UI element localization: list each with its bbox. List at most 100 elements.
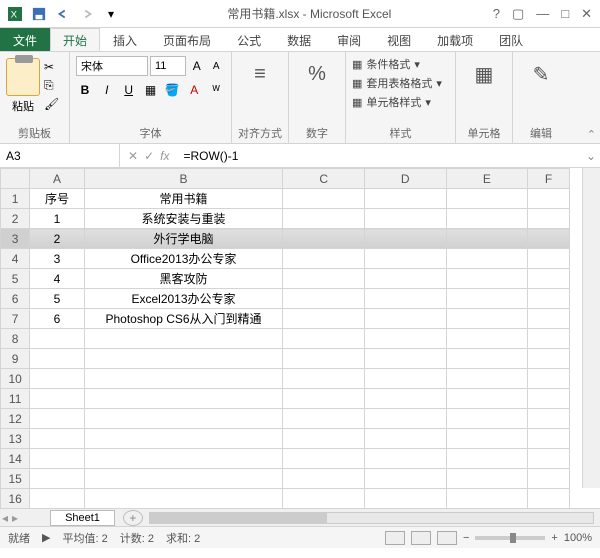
col-header-A[interactable]: A <box>30 169 84 189</box>
cell[interactable] <box>84 409 283 429</box>
cell[interactable] <box>528 349 570 369</box>
font-name-input[interactable] <box>76 56 148 76</box>
cell[interactable]: 外行学电脑 <box>84 229 283 249</box>
horizontal-scrollbar[interactable] <box>149 512 594 524</box>
bold-button[interactable]: B <box>76 80 94 100</box>
cell[interactable] <box>446 409 528 429</box>
cell[interactable] <box>528 209 570 229</box>
cell[interactable] <box>528 489 570 509</box>
tab-file[interactable]: 文件 <box>0 28 50 51</box>
cell[interactable] <box>283 289 365 309</box>
zoom-out-button[interactable]: − <box>463 532 469 544</box>
cell[interactable] <box>283 469 365 489</box>
row-header[interactable]: 16 <box>1 489 30 509</box>
cell[interactable] <box>364 309 446 329</box>
cell[interactable] <box>364 209 446 229</box>
zoom-in-button[interactable]: + <box>551 532 557 544</box>
cell[interactable] <box>283 389 365 409</box>
cell[interactable] <box>84 389 283 409</box>
tab-home[interactable]: 开始 <box>50 28 100 51</box>
cell[interactable]: Excel2013办公专家 <box>84 289 283 309</box>
enter-formula-icon[interactable]: ✓ <box>144 149 154 163</box>
row-header[interactable]: 10 <box>1 369 30 389</box>
cell[interactable] <box>446 349 528 369</box>
cell[interactable] <box>528 469 570 489</box>
cell[interactable] <box>364 389 446 409</box>
cell[interactable]: 黑客攻防 <box>84 269 283 289</box>
cell[interactable]: 6 <box>30 309 84 329</box>
cell[interactable] <box>283 429 365 449</box>
formula-bar[interactable]: =ROW()-1 <box>177 144 582 167</box>
cell[interactable] <box>364 329 446 349</box>
cell[interactable] <box>528 389 570 409</box>
cell[interactable] <box>84 469 283 489</box>
cell[interactable] <box>446 489 528 509</box>
cell[interactable] <box>84 329 283 349</box>
cancel-formula-icon[interactable]: ✕ <box>128 149 138 163</box>
add-sheet-button[interactable]: + <box>123 510 143 526</box>
selected-row[interactable]: 32外行学电脑 <box>1 229 570 249</box>
phonetic-button[interactable]: ᵂ <box>207 80 225 100</box>
cell[interactable] <box>446 309 528 329</box>
normal-view-button[interactable] <box>385 531 405 545</box>
cell[interactable] <box>283 369 365 389</box>
cell[interactable] <box>283 449 365 469</box>
cell[interactable]: 5 <box>30 289 84 309</box>
cell[interactable] <box>528 249 570 269</box>
cell[interactable] <box>446 209 528 229</box>
cell[interactable] <box>283 229 365 249</box>
row-header[interactable]: 2 <box>1 209 30 229</box>
cell[interactable] <box>446 329 528 349</box>
cell[interactable] <box>446 429 528 449</box>
zoom-slider[interactable] <box>475 536 545 540</box>
cell[interactable] <box>528 229 570 249</box>
row-header[interactable]: 3 <box>1 229 30 249</box>
cell[interactable] <box>84 489 283 509</box>
collapse-ribbon-icon[interactable]: ⌃ <box>587 128 596 141</box>
cell[interactable] <box>364 189 446 209</box>
cell[interactable] <box>30 369 84 389</box>
cell[interactable] <box>446 229 528 249</box>
cell[interactable] <box>30 329 84 349</box>
cell[interactable] <box>446 189 528 209</box>
row-header[interactable]: 6 <box>1 289 30 309</box>
tab-addins[interactable]: 加载项 <box>424 28 486 51</box>
close-icon[interactable]: ✕ <box>581 6 592 22</box>
row-header[interactable]: 12 <box>1 409 30 429</box>
cell[interactable] <box>84 429 283 449</box>
cell[interactable] <box>364 489 446 509</box>
align-button[interactable]: ≡ <box>238 56 282 92</box>
tab-view[interactable]: 视图 <box>374 28 424 51</box>
tab-data[interactable]: 数据 <box>274 28 324 51</box>
cell[interactable]: 序号 <box>30 189 84 209</box>
page-break-view-button[interactable] <box>437 531 457 545</box>
italic-button[interactable]: I <box>98 80 116 100</box>
sheet-tab[interactable]: Sheet1 <box>50 510 115 526</box>
cell[interactable] <box>30 389 84 409</box>
number-button[interactable]: % <box>295 56 339 92</box>
font-color-button[interactable]: A <box>185 80 203 100</box>
cell[interactable]: 常用书籍 <box>84 189 283 209</box>
zoom-level[interactable]: 100% <box>564 532 592 544</box>
maximize-icon[interactable]: □ <box>561 6 569 22</box>
vertical-scrollbar[interactable] <box>582 168 600 488</box>
help-icon[interactable]: ? <box>493 6 500 22</box>
cell[interactable]: 1 <box>30 209 84 229</box>
cell[interactable] <box>446 389 528 409</box>
cell[interactable] <box>84 349 283 369</box>
tab-review[interactable]: 审阅 <box>324 28 374 51</box>
col-header-E[interactable]: E <box>446 169 528 189</box>
cell[interactable] <box>528 189 570 209</box>
qat-dropdown-icon[interactable]: ▾ <box>100 3 122 25</box>
undo-icon[interactable] <box>52 3 74 25</box>
cell[interactable] <box>283 489 365 509</box>
cut-icon[interactable]: ✂ <box>44 60 59 74</box>
row-header[interactable]: 13 <box>1 429 30 449</box>
paste-button[interactable]: 粘贴 <box>12 98 34 114</box>
cell[interactable]: Office2013办公专家 <box>84 249 283 269</box>
cell[interactable] <box>30 349 84 369</box>
increase-font-icon[interactable]: A <box>188 56 206 76</box>
cell[interactable] <box>364 409 446 429</box>
ribbon-options-icon[interactable]: ▢ <box>512 6 524 22</box>
cell[interactable] <box>364 229 446 249</box>
